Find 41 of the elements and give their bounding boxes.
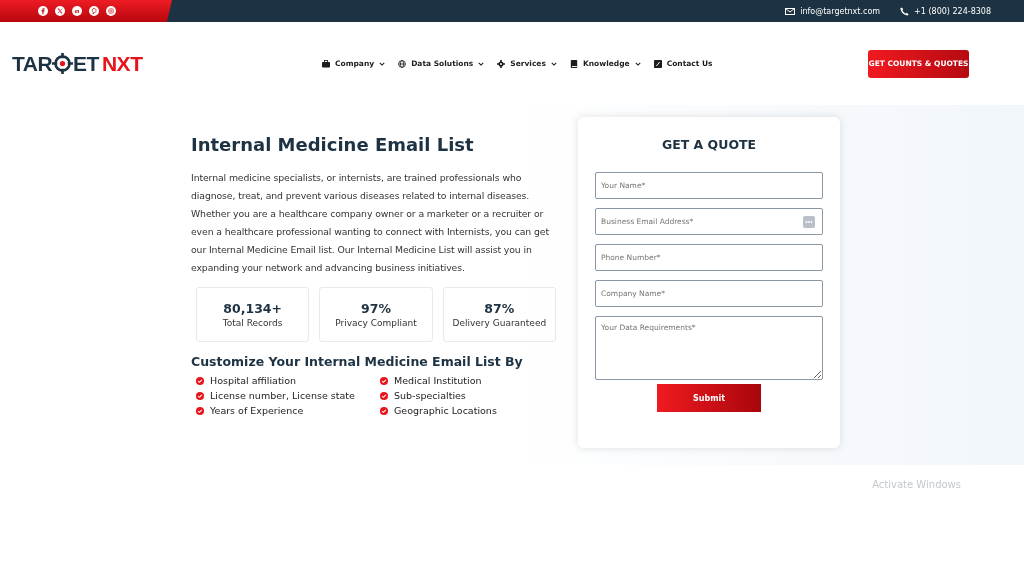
phone-icon [900, 6, 910, 16]
x-icon[interactable] [55, 6, 65, 16]
logo-accent-text[interactable]: NXT [101, 51, 143, 76]
description-paragraph: Internal medicine specialists, or internists, are trained professionals who diagnose, treat, and prevent various diseases related to internal diseases. Whether you are a healthcare company owner or a marketer or a recruiter or even a healthcare professional wanting to connect with Internists, you can get our Internal Medicine Email list. Our Internal Medicine List will assist you in expanding your network and advancing business initiatives. [191, 171, 550, 275]
feature-text: Years of Experience [210, 405, 304, 416]
facebook-icon[interactable] [38, 6, 48, 16]
globe-icon [398, 59, 407, 68]
check-icon [196, 406, 204, 415]
feature-text: Geographic Locations [394, 405, 497, 416]
stat-label: Total Records [222, 318, 283, 328]
pinterest-icon[interactable] [89, 6, 99, 16]
stat-label: Delivery Guaranteed [452, 318, 547, 328]
section-heading: Customize Your Internal Medicine Email List By [191, 354, 524, 369]
phone-link[interactable]: +1 (800) 224-8308 [914, 6, 991, 16]
check-icon [380, 406, 388, 415]
envelope-icon [785, 7, 796, 15]
stat-value: 87% [484, 301, 515, 316]
check-icon [380, 376, 388, 385]
submit-button[interactable]: Submit [657, 384, 761, 412]
activate-windows-notice: Activate Windows [872, 479, 961, 492]
check-icon [380, 391, 388, 400]
stat-label: Privacy Compliant [335, 318, 417, 328]
briefcase-icon [322, 59, 330, 68]
check-icon [196, 376, 204, 385]
linkedin-icon[interactable] [72, 6, 82, 16]
contact-icon [653, 59, 662, 68]
logo-text[interactable]: TAR [12, 51, 53, 76]
book-icon [569, 59, 578, 68]
feature-text: Medical Institution [394, 375, 482, 386]
stat-value: 97% [361, 301, 391, 316]
logo-text[interactable]: ET [73, 51, 99, 76]
feature-text: License number, License state [210, 390, 355, 401]
stat-value: 80,134+ [223, 301, 282, 316]
crosshair-icon [52, 53, 74, 74]
feature-text: Hospital affiliation [210, 375, 297, 386]
check-icon [196, 391, 204, 400]
feature-text: Sub-specialties [394, 390, 466, 401]
form-title: GET A QUOTE [661, 137, 757, 152]
instagram-icon[interactable] [106, 6, 116, 16]
page-title: Internal Medicine Email List [191, 134, 475, 155]
email-link[interactable]: info@targetnxt.com [800, 6, 881, 16]
